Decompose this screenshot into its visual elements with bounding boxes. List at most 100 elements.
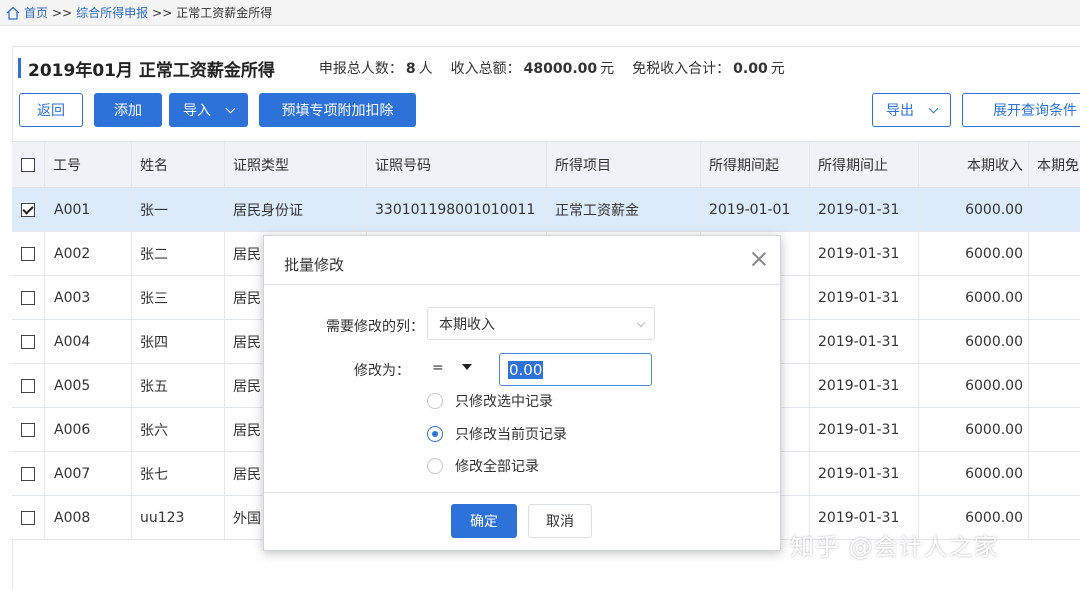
- row-select-cell: [12, 364, 45, 407]
- stat-value: 48000.00: [523, 61, 598, 77]
- breadcrumb-separator: >>: [52, 5, 73, 20]
- chevron-down-icon: [225, 103, 236, 113]
- column-header[interactable]: 姓名: [132, 142, 225, 187]
- column-select-value: 本期收入: [439, 316, 495, 333]
- cancel-button[interactable]: 取消: [528, 504, 592, 538]
- table-cell-end: 2019-01-31: [810, 188, 919, 231]
- table-cell-end: 2019-01-31: [810, 408, 919, 451]
- dialog-title: 批量修改: [284, 256, 345, 274]
- table-cell-income: 6000.00: [919, 232, 1029, 275]
- table-cell-name: 张五: [132, 364, 225, 407]
- radio-all-records[interactable]: 修改全部记录: [427, 456, 539, 476]
- table-cell-end: 2019-01-31: [810, 364, 919, 407]
- column-header[interactable]: 所得期间止: [810, 142, 919, 187]
- radio-button[interactable]: [427, 426, 443, 442]
- table-cell-exempt: [1029, 276, 1080, 319]
- column-header[interactable]: 所得期间起: [701, 142, 810, 187]
- column-select[interactable]: 本期收入: [427, 307, 655, 340]
- import-dropdown-button[interactable]: 导入: [169, 93, 248, 127]
- radio-button[interactable]: [427, 458, 443, 474]
- back-button[interactable]: 返回: [19, 93, 83, 127]
- radio-label: 只修改选中记录: [455, 394, 553, 410]
- column-header[interactable]: 所得项目: [547, 142, 701, 187]
- table-cell-income: 6000.00: [919, 408, 1029, 451]
- row-checkbox[interactable]: [21, 466, 35, 481]
- import-label: 导入: [183, 103, 211, 119]
- row-select-cell: [12, 452, 45, 495]
- chevron-down-icon: [928, 103, 939, 113]
- stat-label: 收入总额：: [450, 61, 521, 77]
- stat-label: 申报总人数：: [318, 61, 403, 77]
- table-cell-income: 6000.00: [919, 188, 1029, 231]
- table-cell-name: 张六: [132, 408, 225, 451]
- radio-button[interactable]: [427, 393, 443, 409]
- export-label: 导出: [886, 103, 914, 119]
- row-select-cell: [12, 188, 45, 231]
- radio-selected-records[interactable]: 只修改选中记录: [427, 391, 553, 411]
- row-checkbox[interactable]: [21, 510, 35, 525]
- table-cell-income: 6000.00: [919, 276, 1029, 319]
- radio-current-page[interactable]: 只修改当前页记录: [427, 424, 567, 444]
- table-cell-id_type: 居民身份证: [225, 188, 367, 231]
- row-select-cell: [12, 408, 45, 451]
- batch-edit-dialog: 批量修改 需要修改的列： 本期收入 修改为： = 0.00 只修改选中记录 只修…: [263, 235, 781, 551]
- table-cell-exempt: [1029, 232, 1080, 275]
- column-header[interactable]: 本期免: [1029, 142, 1080, 187]
- select-all-checkbox[interactable]: [21, 157, 35, 172]
- row-checkbox[interactable]: [21, 334, 35, 349]
- breadcrumb-level2-link[interactable]: 综合所得申报: [76, 4, 148, 21]
- stat-tax-free: 免税收入合计： 0.00 元: [632, 58, 785, 78]
- row-checkbox[interactable]: [21, 246, 35, 261]
- table-cell-name: 张四: [132, 320, 225, 363]
- row-checkbox[interactable]: [21, 290, 35, 305]
- watermark: 知乎 @会计人之家: [790, 533, 999, 561]
- breadcrumb-home-link[interactable]: 首页: [24, 4, 48, 21]
- table-cell-end: 2019-01-31: [810, 452, 919, 495]
- row-checkbox[interactable]: [21, 378, 35, 393]
- export-dropdown-button[interactable]: 导出: [872, 93, 951, 127]
- table-cell-income: 6000.00: [919, 320, 1029, 363]
- table-cell-exempt: [1029, 452, 1080, 495]
- expand-query-button[interactable]: 展开查询条件: [962, 93, 1080, 127]
- table-cell-id: A005: [45, 364, 132, 407]
- row-select-cell: [12, 232, 45, 275]
- modify-value-input[interactable]: 0.00: [499, 353, 652, 386]
- table-cell-exempt: [1029, 188, 1080, 231]
- table-cell-id: A003: [45, 276, 132, 319]
- page-header: 2019年01月 正常工资薪金所得 申报总人数： 8 人 收入总额： 48000.00…: [18, 56, 803, 81]
- confirm-button[interactable]: 确定: [451, 504, 517, 538]
- select-all-cell: [12, 142, 45, 187]
- close-icon[interactable]: [750, 250, 768, 268]
- stat-value: 8: [405, 61, 416, 77]
- table-cell-id_no: 330101198001010011: [367, 188, 547, 231]
- stat-unit: 元: [770, 61, 785, 77]
- row-checkbox[interactable]: [21, 422, 35, 437]
- stat-unit: 元: [600, 61, 615, 77]
- radio-label: 只修改当前页记录: [455, 427, 567, 443]
- table-row[interactable]: A001 张一 居民身份证 330101198001010011 正常工资薪金 2019-…: [12, 188, 1080, 232]
- modify-to-label: 修改为：: [354, 363, 410, 379]
- row-checkbox[interactable]: [21, 202, 35, 217]
- breadcrumb: 首页 >> 综合所得申报 >> 正常工资薪金所得: [0, 0, 1080, 26]
- table-cell-id: A006: [45, 408, 132, 451]
- column-header[interactable]: 证照号码: [367, 142, 547, 187]
- column-header[interactable]: 证照类型: [225, 142, 367, 187]
- stat-value: 0.00: [733, 61, 768, 77]
- column-header[interactable]: 工号: [45, 142, 132, 187]
- row-select-cell: [12, 276, 45, 319]
- table-cell-name: uu123: [132, 496, 225, 539]
- caret-down-icon[interactable]: [462, 364, 472, 370]
- table-cell-end: 2019-01-31: [810, 320, 919, 363]
- column-header[interactable]: 本期收入: [919, 142, 1029, 187]
- table-cell-id: A004: [45, 320, 132, 363]
- prefill-deduction-button[interactable]: 预填专项附加扣除: [259, 93, 416, 127]
- table-cell-income: 6000.00: [919, 364, 1029, 407]
- stat-total-people: 申报总人数： 8 人: [319, 58, 433, 78]
- add-button[interactable]: 添加: [94, 93, 162, 127]
- table-cell-id: A007: [45, 452, 132, 495]
- table-cell-income: 6000.00: [919, 452, 1029, 495]
- stat-total-income: 收入总额： 48000.00 元: [451, 58, 615, 78]
- table-cell-name: 张二: [132, 232, 225, 275]
- modify-value-text: 0.00: [508, 360, 544, 379]
- operator-select[interactable]: =: [432, 360, 444, 376]
